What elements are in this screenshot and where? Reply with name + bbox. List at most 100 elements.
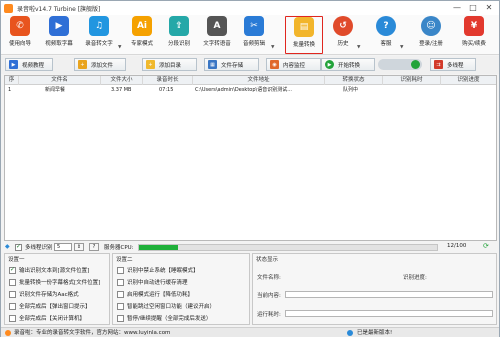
action-toolbar: ▶ 视频教程 + 添加文件 + 添加目录 ▦ 文件存储 ◉ 内容监控 ▶ 开始转… [1, 56, 499, 74]
video-icon: ▶ [49, 16, 69, 36]
toolbar-item-audio-edit[interactable]: ✂ 音频剪辑 [239, 16, 269, 54]
cell-duration: 07:15 [159, 87, 174, 93]
statusbar-version: 已是最新版本! [357, 330, 393, 336]
column-header[interactable]: 转换状态 [325, 76, 383, 85]
main-toolbar: ✆ 使用向导 ▶ 视频取字幕 ♫ 录音转文字 ▼ Ai 专家模式 ⇪ 分段识别 … [1, 15, 499, 55]
cell-path: C:\Users\admin\Desktop\语音识别测试... [195, 87, 292, 93]
chevron-down-icon[interactable]: ▼ [118, 45, 121, 50]
window-title: 录音啦v14.7 Turbine [旗舰版] [17, 5, 101, 13]
multithread-button[interactable]: ⇉ 多线程 [430, 58, 476, 71]
storage-icon: ▦ [208, 60, 217, 69]
toolbar-item-login[interactable]: ☺ 登录/注册 [414, 16, 448, 54]
checkbox[interactable] [117, 302, 124, 310]
checkbox[interactable] [117, 290, 124, 298]
video-tutorial-button[interactable]: ▶ 视频教程 [5, 58, 53, 71]
checkbox[interactable] [9, 278, 16, 286]
history-icon: ↺ [333, 16, 353, 36]
cpu-progress-bar [138, 244, 438, 251]
minimize-button[interactable]: — [449, 2, 465, 14]
chevron-down-icon[interactable]: ▼ [400, 45, 403, 50]
elapsed-field [285, 310, 493, 317]
option-cache-clean[interactable]: 识别中自动进行缓存清理 [117, 278, 188, 286]
checkbox[interactable] [9, 302, 16, 310]
checkbox[interactable] [117, 278, 124, 286]
toolbar-item-batch-convert[interactable]: ▤ 批量转换 [285, 16, 323, 54]
multithread-label: 多线程识别 [25, 245, 53, 251]
column-header[interactable]: 录音时长 [143, 76, 193, 85]
toolbar-item-expert-mode[interactable]: Ai 专家模式 [127, 16, 157, 54]
chevron-down-icon[interactable]: ▼ [271, 45, 274, 50]
help-icon: ? [376, 16, 396, 36]
close-button[interactable]: ✕ [481, 2, 497, 14]
cart-icon: ¥ [464, 16, 484, 36]
chevron-down-icon[interactable]: ▼ [357, 45, 360, 50]
checkbox[interactable] [9, 290, 16, 298]
add-file-button[interactable]: + 添加文件 [74, 58, 126, 71]
start-convert-button[interactable]: ▶ 开始转换 [321, 58, 375, 71]
column-header[interactable]: 序 [5, 76, 19, 85]
scissors-icon: ✂ [244, 16, 264, 36]
option-popup-notify[interactable]: 全部完成后【弹出窗口提示】 [9, 302, 91, 310]
maximize-button[interactable]: □ [465, 2, 481, 14]
add-folder-button[interactable]: + 添加目录 [142, 58, 197, 71]
monitor-icon: ◉ [270, 60, 279, 69]
cell-status: 队列中 [343, 87, 359, 93]
option-skip-idle[interactable]: 智能跳过空闲窗口功能（建议开启） [117, 302, 215, 310]
refresh-icon[interactable]: ⟳ [483, 242, 489, 250]
toolbar-item-history[interactable]: ↺ 历史 [331, 16, 355, 54]
toolbar-item-text-to-speech[interactable]: A 文字转语音 [200, 16, 234, 54]
option-no-sleep[interactable]: 识别中禁止系统【睡眠模式】 [117, 266, 199, 274]
option-low-power[interactable]: 启用模式运行【降低功耗】 [117, 290, 193, 298]
settings-group-2: 设置二 识别中禁止系统【睡眠模式】 识别中自动进行缓存清理 启用模式运行【降低功… [112, 253, 250, 325]
column-header[interactable]: 识别进度 [441, 76, 496, 85]
toggle-knob [411, 60, 420, 69]
option-aac-format[interactable]: 识别文件存储为Aac格式 [9, 290, 79, 298]
user-icon: ☺ [421, 16, 441, 36]
checkbox[interactable] [9, 314, 16, 322]
option-subtitle-format[interactable]: 批量转换一份字幕格式[文件位置] [9, 278, 100, 286]
column-header[interactable]: 文件地址 [193, 76, 325, 85]
table-row[interactable]: 1 新闻早餐 3.37 MB 07:15 C:\Users\admin\Desk… [5, 86, 496, 94]
toolbar-item-guide[interactable]: ✆ 使用向导 [5, 16, 35, 54]
option-shutdown[interactable]: 全部完成后【关闭计算机】 [9, 314, 85, 322]
column-header[interactable]: 识别耗时 [383, 76, 441, 85]
cell-size: 3.37 MB [111, 87, 132, 93]
statusbar-website[interactable]: 录音啦：专业的录音转文字软件，官方网站：www.luyinla.com [14, 328, 170, 337]
update-icon [347, 330, 353, 336]
checkbox[interactable] [117, 314, 124, 322]
thread-count-input[interactable]: 5 [54, 243, 72, 251]
toolbar-item-segment-recognize[interactable]: ⇪ 分段识别 [164, 16, 194, 54]
toolbar-item-audio-to-text[interactable]: ♫ 录音转文字 [81, 16, 117, 54]
table-header: 序 文件名 文件大小 录音时长 文件地址 转换状态 识别耗时 识别进度 [5, 76, 496, 85]
server-cpu-label: 服务器CPU: [104, 245, 134, 251]
checkbox[interactable] [117, 266, 124, 274]
cpu-progress-fill [139, 245, 178, 250]
toolbar-item-video-subtitle[interactable]: ▶ 视频取字幕 [41, 16, 77, 54]
column-header[interactable]: 文件大小 [101, 76, 143, 85]
option-pause-remind[interactable]: 暂停/继续提醒（全部完成后发送） [117, 314, 211, 322]
thread-help-button[interactable]: ? [89, 243, 99, 251]
film-icon: ▶ [9, 60, 18, 69]
elapsed-label: 运行耗时: [257, 312, 281, 318]
mic-icon: ♫ [89, 16, 109, 36]
column-header[interactable]: 文件名 [19, 76, 101, 85]
app-logo-icon [4, 3, 13, 13]
file-storage-button[interactable]: ▦ 文件存储 [204, 58, 259, 71]
option-output-text[interactable]: 输出识别文本到[源文件位置] [9, 266, 89, 274]
convert-toggle[interactable] [378, 59, 422, 70]
title-bar: 录音啦v14.7 Turbine [旗舰版] — □ ✕ [1, 1, 499, 15]
settings-1-title: 设置一 [8, 257, 25, 263]
status-panel: 状态显示 文件名称: 识别进度: 当前内容: 运行耗时: [252, 253, 497, 325]
content-monitor-button[interactable]: ◉ 内容监控 [266, 58, 321, 71]
thread-spin-icon[interactable]: ⇕ [74, 243, 84, 251]
status-title: 状态显示 [256, 257, 279, 263]
expand-icon[interactable]: ◆ [5, 243, 10, 250]
multithread-checkbox[interactable] [15, 243, 22, 251]
play-icon: ▶ [325, 60, 334, 69]
toolbar-item-purchase[interactable]: ¥ 购买/续费 [456, 16, 492, 54]
cell-elapsed [385, 86, 439, 94]
current-content-label: 当前内容: [257, 293, 281, 299]
checkbox[interactable] [9, 266, 16, 274]
progress-label: 识别进度: [403, 275, 427, 281]
toolbar-item-support[interactable]: ? 客服 [374, 16, 398, 54]
